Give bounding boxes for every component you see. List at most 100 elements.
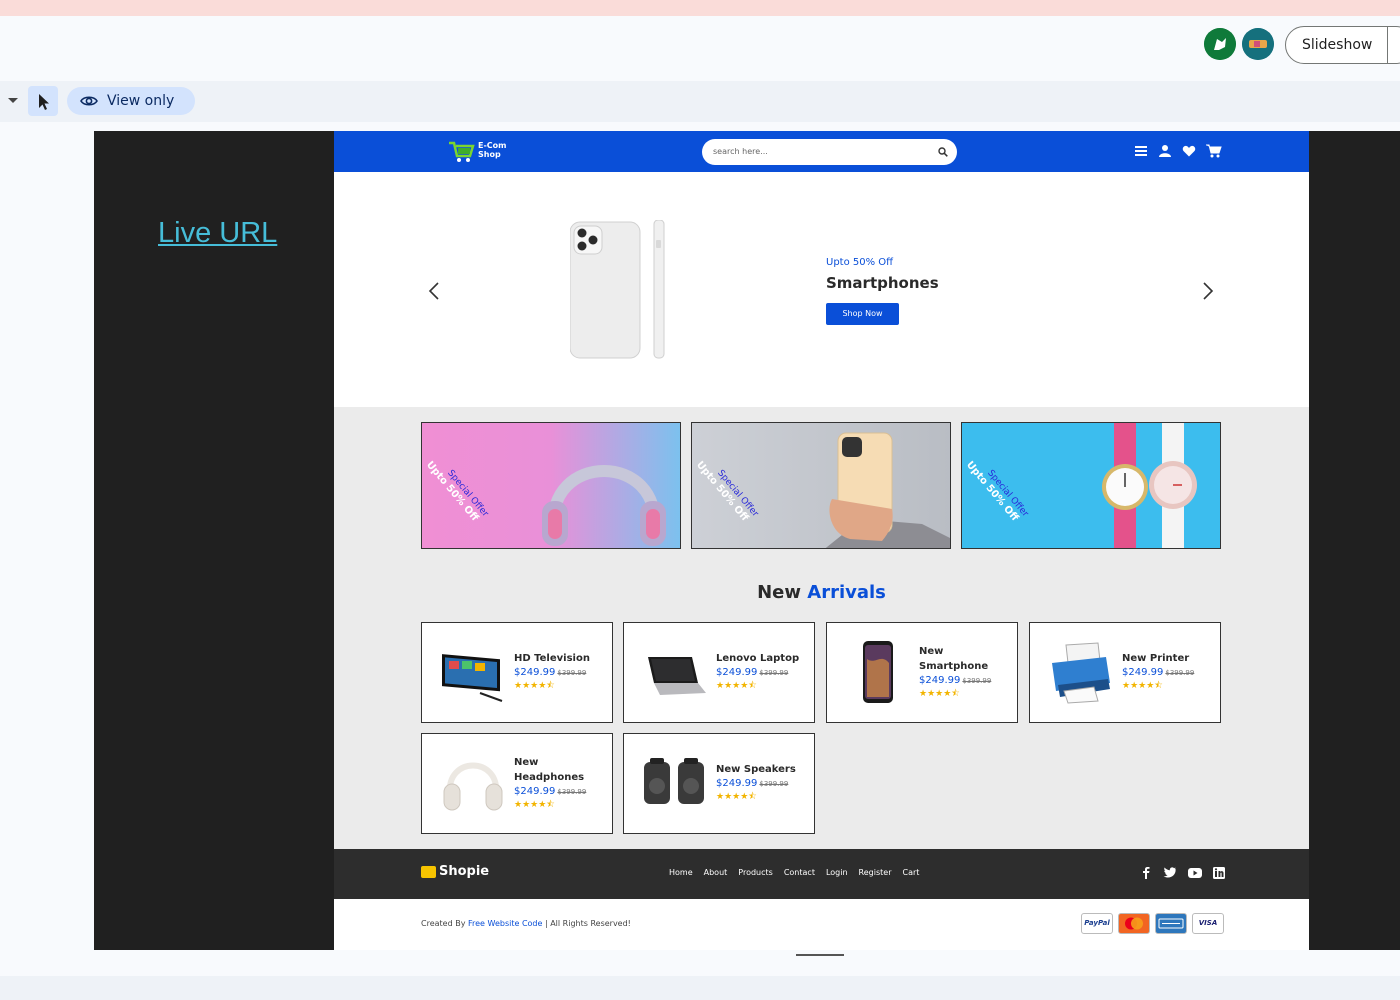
product-name: Lenovo Laptop (716, 653, 800, 664)
footer-link[interactable]: Login (826, 868, 848, 877)
paypal-logo: PayPal (1081, 913, 1113, 934)
product-card[interactable]: Lenovo Laptop $249.99 $399.99 ★★★★⯪ (623, 622, 815, 723)
credits-link[interactable]: Free Website Code (468, 919, 542, 928)
visa-logo: VISA (1192, 913, 1224, 934)
credits-text: Created By Free Website Code | All Right… (421, 919, 631, 928)
product-name: New Printer (1122, 653, 1190, 664)
products-section: Special Offer Upto 50% Off Special Offer… (334, 407, 1309, 849)
search-input[interactable]: search here... (702, 139, 957, 165)
site-copyright-bar: Created By Free Website Code | All Right… (334, 899, 1309, 950)
promo-label: Special Offer Upto 50% Off (424, 453, 490, 526)
scroll-indicator[interactable] (796, 954, 844, 956)
phone-in-hand-image (825, 432, 950, 548)
promo-banner-phone[interactable]: Special Offer Upto 50% Off (691, 422, 951, 549)
promo-banner-headphones[interactable]: Special Offer Upto 50% Off (421, 422, 681, 549)
product-name: New Speakers (716, 764, 796, 775)
product-card[interactable]: New Headphones $249.99 $399.99 ★★★★⯪ (421, 733, 613, 834)
nav-icons (1134, 144, 1222, 160)
collaborator-avatar[interactable] (1242, 28, 1274, 60)
search-placeholder: search here... (713, 147, 768, 156)
footer-link[interactable]: Products (738, 868, 773, 877)
select-tool-button[interactable] (28, 86, 58, 116)
product-card[interactable]: HD Television $249.99 $399.99 ★★★★⯪ (421, 622, 613, 723)
product-card[interactable]: New Smartphone $249.99 $399.99 ★★★★⯪ (826, 622, 1018, 723)
slideshow-button[interactable]: Slideshow (1285, 26, 1400, 64)
promo-label: Special Offer Upto 50% Off (964, 453, 1030, 526)
product-card[interactable]: New Printer $249.99 $399.99 ★★★★⯪ (1029, 622, 1221, 723)
product-name: New Headphones (514, 757, 585, 783)
search-icon[interactable] (938, 147, 948, 157)
television-image (442, 654, 503, 702)
footer-brand[interactable]: Shopie (421, 864, 489, 879)
editor-toolbar (0, 81, 1400, 122)
product-old-price: $399.99 (1165, 669, 1195, 677)
view-only-label: View only (107, 93, 175, 109)
product-info: Lenovo Laptop $249.99 $399.99 ★★★★⯪ (716, 651, 806, 693)
user-icon[interactable] (1158, 144, 1172, 158)
product-price-row: $249.99 $399.99 (514, 666, 604, 680)
footer-link[interactable]: About (704, 868, 728, 877)
twitter-icon[interactable] (1163, 866, 1177, 879)
bag-icon (421, 866, 436, 878)
section-title: New Arrivals (334, 582, 1309, 603)
product-price: $249.99 (716, 667, 758, 678)
product-info: New Printer $249.99 $399.99 ★★★★⯪ (1122, 651, 1212, 693)
avatar-icon (1242, 28, 1274, 60)
product-price: $249.99 (514, 667, 556, 678)
chevron-left-icon[interactable] (428, 282, 440, 300)
product-card[interactable]: New Speakers $249.99 $399.99 ★★★★⯪ (623, 733, 815, 834)
chevron-down-icon[interactable] (8, 98, 18, 103)
site-footer: Shopie Home About Products Contact Login… (334, 849, 1309, 899)
shop-now-button[interactable]: Shop Now (826, 303, 899, 325)
speakers-image (644, 758, 704, 804)
facebook-icon[interactable] (1140, 866, 1152, 879)
credits-prefix: Created By (421, 919, 466, 928)
slide: Live URL E-Com Shop search here... Upto … (94, 131, 1400, 950)
rating-stars: ★★★★⯪ (1122, 681, 1163, 691)
collaborator-avatar[interactable] (1204, 28, 1236, 60)
cart-icon[interactable] (1206, 144, 1222, 158)
printer-image (1052, 642, 1110, 704)
product-old-price: $399.99 (759, 669, 789, 677)
product-old-price: $399.99 (962, 677, 992, 685)
amex-logo (1155, 913, 1187, 934)
section-title-plain: New (757, 582, 801, 603)
laptop-image (648, 657, 706, 695)
product-price-row: $249.99 $399.99 (716, 666, 806, 680)
product-info: New Smartphone $249.99 $399.99 ★★★★⯪ (919, 644, 1009, 701)
product-price: $249.99 (919, 675, 961, 686)
product-name: New Smartphone (919, 646, 989, 672)
bottom-panel (0, 976, 1400, 1000)
footer-link[interactable]: Home (669, 868, 693, 877)
menu-icon[interactable] (1134, 144, 1148, 158)
product-price: $249.99 (1122, 667, 1164, 678)
smartphone-image (570, 220, 665, 359)
rating-stars: ★★★★⯪ (514, 800, 555, 810)
promo-banner-watches[interactable]: Special Offer Upto 50% Off (961, 422, 1221, 549)
credits-suffix: | All Rights Reserved! (544, 919, 631, 928)
chevron-right-icon[interactable] (1202, 282, 1214, 300)
product-price: $249.99 (716, 778, 758, 789)
footer-nav: Home About Products Contact Login Regist… (669, 868, 919, 877)
footer-link[interactable]: Contact (784, 868, 815, 877)
linkedin-icon[interactable] (1213, 866, 1225, 879)
product-info: HD Television $249.99 $399.99 ★★★★⯪ (514, 651, 604, 693)
logo-text: E-Com Shop (478, 141, 507, 159)
headphones-image (443, 762, 503, 811)
avatar-icon (1204, 28, 1236, 60)
live-url-link[interactable]: Live URL (158, 217, 277, 250)
amex-icon (1158, 918, 1184, 929)
promo-label: Special Offer Upto 50% Off (694, 453, 760, 526)
slideshow-split-divider (1387, 27, 1388, 63)
heart-icon[interactable] (1182, 144, 1196, 158)
footer-link[interactable]: Register (859, 868, 892, 877)
youtube-icon[interactable] (1188, 866, 1202, 879)
rating-stars: ★★★★⯪ (716, 792, 757, 802)
hero-title: Smartphones (826, 274, 939, 292)
footer-brand-name: Shopie (439, 864, 490, 879)
footer-link[interactable]: Cart (902, 868, 919, 877)
site-logo[interactable]: E-Com Shop (448, 139, 508, 163)
rating-stars: ★★★★⯪ (514, 681, 555, 691)
smartphone-image (863, 641, 893, 703)
view-only-badge[interactable]: View only (67, 87, 195, 115)
